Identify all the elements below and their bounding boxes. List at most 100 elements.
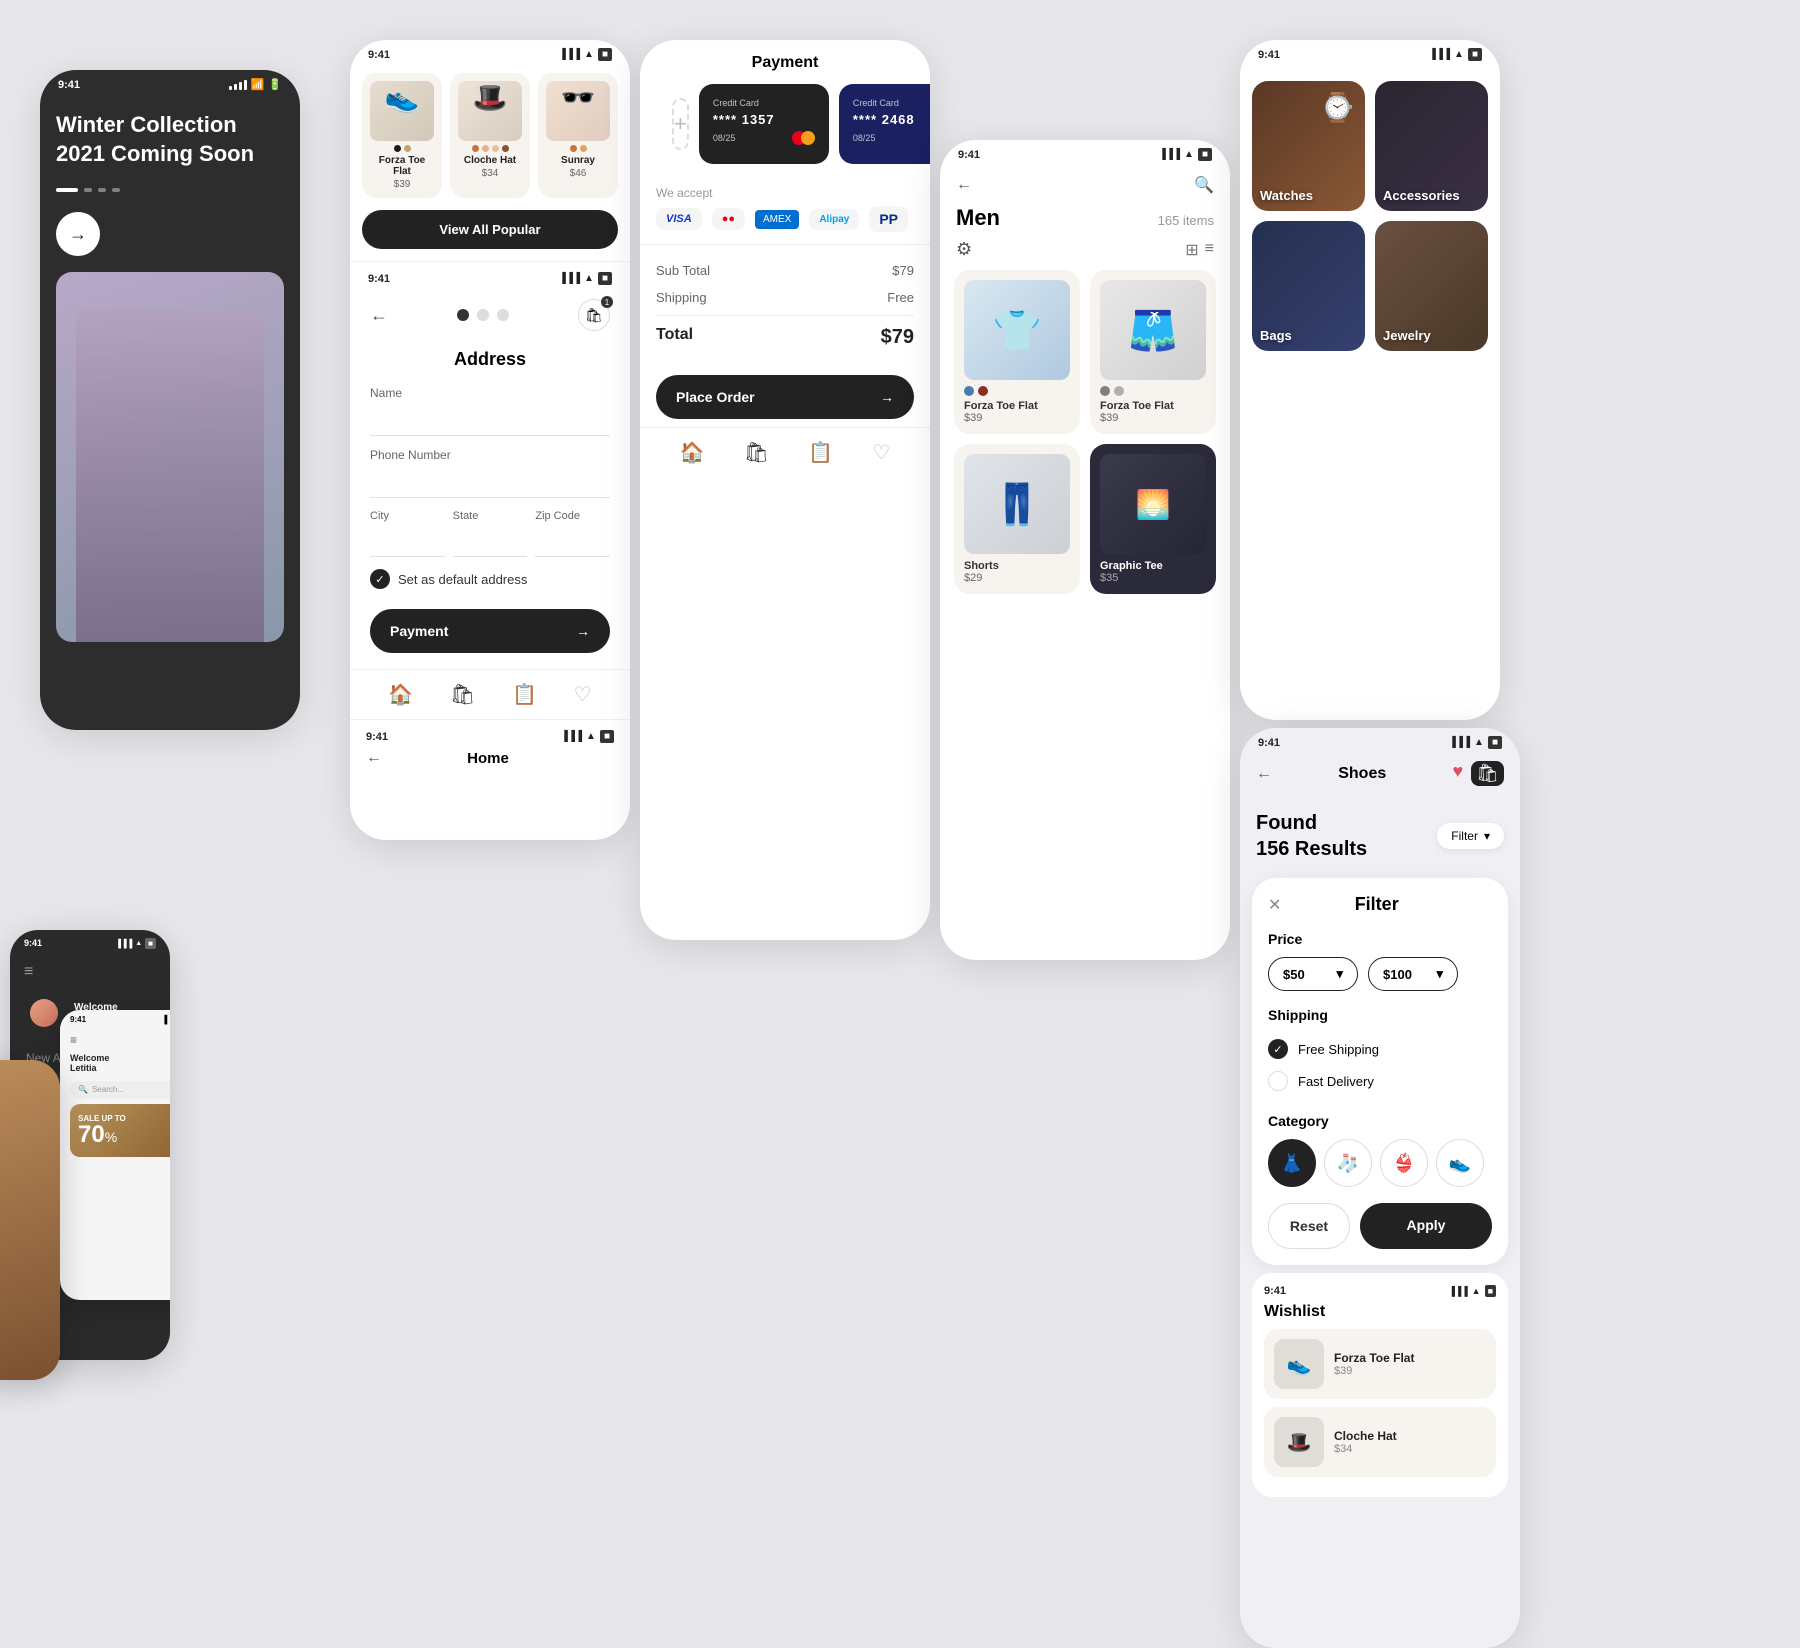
back-arrow-men[interactable]: ← bbox=[956, 176, 972, 194]
reset-button[interactable]: Reset bbox=[1268, 1203, 1350, 1249]
product-card-sunray[interactable]: 🕶️ Sunray $46 bbox=[538, 73, 618, 198]
product-tile-blue-tee[interactable]: 👕 Forza Toe Flat $39 bbox=[954, 270, 1080, 434]
product-img-4: 🌅 bbox=[1100, 454, 1206, 554]
filter-close-button[interactable]: ✕ bbox=[1268, 895, 1281, 915]
zip-input[interactable] bbox=[535, 525, 610, 557]
heart-nav-icon[interactable]: ♡ bbox=[574, 682, 592, 707]
list-view-icon[interactable]: ≡ bbox=[1205, 240, 1214, 260]
name-label: Name bbox=[370, 386, 610, 400]
list-nav-icon[interactable]: 📋 bbox=[512, 682, 537, 707]
search-icon-men[interactable]: 🔍 bbox=[1194, 175, 1214, 195]
status-bar-winter: 9:41 📶 🔋 bbox=[40, 70, 300, 95]
winter-dots bbox=[56, 188, 284, 192]
card-expiry-2: 08/25 bbox=[853, 133, 876, 143]
state-input[interactable] bbox=[453, 525, 528, 557]
credit-card-1[interactable]: Credit Card **** 1357 08/25 bbox=[699, 84, 829, 164]
wishlist-img-2: 🎩 bbox=[1274, 1417, 1324, 1467]
fast-delivery-option[interactable]: Fast Delivery bbox=[1268, 1065, 1492, 1097]
list-nav-payment[interactable]: 📋 bbox=[808, 440, 833, 465]
heart-nav-payment[interactable]: ♡ bbox=[872, 440, 890, 465]
payment-methods-row: VISA ●● AMEX Alipay PP bbox=[640, 206, 930, 244]
wishlist-img-1: 👟 bbox=[1274, 1339, 1324, 1389]
step-3 bbox=[497, 309, 509, 321]
acc-bg-bags: Bags bbox=[1252, 221, 1365, 351]
category-socks-icon[interactable]: 🧦 bbox=[1324, 1139, 1372, 1187]
sale-label: SALE UP TO bbox=[0, 1080, 44, 1094]
hamburger-icon[interactable]: ≡ bbox=[18, 959, 162, 985]
city-state-zip-row: City State Zip Code bbox=[350, 510, 630, 557]
add-card-button[interactable]: + bbox=[672, 98, 689, 150]
acc-label-watches: Watches bbox=[1260, 188, 1313, 203]
product-card-forza[interactable]: 👟 Forza Toe Flat $39 bbox=[362, 73, 442, 198]
price-max-select[interactable]: $100 ▾ bbox=[1368, 957, 1458, 991]
men-title: Men bbox=[956, 205, 1000, 231]
free-shipping-option[interactable]: ✓ Free Shipping bbox=[1268, 1033, 1492, 1065]
back-arrow-filter[interactable]: ← bbox=[1256, 765, 1272, 783]
signal-popular: ▐▐▐ bbox=[559, 49, 580, 60]
back-arrow-address[interactable]: ← bbox=[370, 305, 388, 326]
watch-icon: ⌚ bbox=[1320, 91, 1355, 124]
price-min-select[interactable]: $50 ▾ bbox=[1268, 957, 1358, 991]
product-img-3: 👖 bbox=[964, 454, 1070, 554]
category-section-title: Category bbox=[1268, 1113, 1492, 1129]
category-dress-icon[interactable]: 👗 bbox=[1268, 1139, 1316, 1187]
product-img-cloche: 🎩 bbox=[458, 81, 522, 141]
grid-view-icon[interactable]: ⊞ bbox=[1185, 240, 1198, 260]
product-tile-4[interactable]: 🌅 Graphic Tee $35 bbox=[1090, 444, 1216, 594]
filter-top-button[interactable]: Filter ▾ bbox=[1437, 823, 1504, 849]
shop-nav-icon[interactable]: 🛍 bbox=[450, 682, 475, 707]
product-img-blue-tee: 👕 bbox=[964, 280, 1070, 380]
cart-icon-filter[interactable]: 🛍 bbox=[1471, 761, 1504, 786]
product-tile-3[interactable]: 👖 Shorts $29 bbox=[954, 444, 1080, 594]
back-arrow-home[interactable]: ← bbox=[366, 749, 382, 767]
home-nav-icon[interactable]: 🏠 bbox=[388, 682, 413, 707]
apply-button[interactable]: Apply bbox=[1360, 1203, 1492, 1249]
phone-input[interactable] bbox=[370, 466, 610, 498]
category-tank-icon[interactable]: 👙 bbox=[1380, 1139, 1428, 1187]
battery-address: ■ bbox=[598, 272, 612, 285]
wifi-men: ▲ bbox=[1184, 149, 1194, 160]
visa-icon: VISA bbox=[656, 208, 702, 230]
shipping-value: Free bbox=[887, 290, 914, 305]
mini-search[interactable]: 🔍 Search... bbox=[70, 1081, 170, 1098]
view-all-button[interactable]: View All Popular bbox=[362, 210, 618, 249]
product-name-cloche: Cloche Hat bbox=[458, 155, 522, 166]
status-bar-acc: 9:41 ▐▐▐ ▲ ■ bbox=[1240, 40, 1500, 65]
chevron-down-price-min: ▾ bbox=[1336, 966, 1343, 982]
wishlist-item-1[interactable]: 👟 Forza Toe Flat $39 bbox=[1264, 1329, 1496, 1399]
phone-payment: Payment + Credit Card **** 1357 08/25 Cr… bbox=[640, 40, 930, 940]
acc-card-jewelry[interactable]: Jewelry bbox=[1375, 221, 1488, 351]
state-label: State bbox=[453, 510, 528, 522]
color-red bbox=[978, 386, 988, 396]
popular-products-grid: 👟 Forza Toe Flat $39 🎩 bbox=[350, 73, 630, 198]
wishlist-item-2[interactable]: 🎩 Cloche Hat $34 bbox=[1264, 1407, 1496, 1477]
tile-price-3: $29 bbox=[964, 572, 1070, 584]
card-number-2: **** 2468 bbox=[853, 112, 930, 127]
status-bar-filter: 9:41 ▐▐▐ ▲ ■ bbox=[1240, 728, 1520, 753]
acc-card-accessories[interactable]: Accessories bbox=[1375, 81, 1488, 211]
fast-delivery-label: Fast Delivery bbox=[1298, 1074, 1374, 1089]
dot-1 bbox=[84, 188, 92, 192]
credit-card-2[interactable]: Credit Card **** 2468 08/25 bbox=[839, 84, 930, 164]
acc-card-bags[interactable]: Bags bbox=[1252, 221, 1365, 351]
battery-home: ■ bbox=[600, 730, 614, 743]
shop-nav-payment[interactable]: 🛍 bbox=[744, 440, 769, 465]
payment-button[interactable]: Payment → bbox=[370, 609, 610, 653]
product-card-cloche[interactable]: 🎩 Cloche Hat $34 bbox=[450, 73, 530, 198]
product-price-sunray: $46 bbox=[546, 168, 610, 179]
product-tile-gray-shorts[interactable]: 🩳 Forza Toe Flat $39 bbox=[1090, 270, 1216, 434]
default-address-toggle[interactable]: ✓ Set as default address bbox=[350, 569, 630, 589]
acc-card-watches[interactable]: Watches ⌚ bbox=[1252, 81, 1365, 211]
next-button[interactable]: → bbox=[56, 212, 100, 256]
place-order-button[interactable]: Place Order → bbox=[656, 375, 914, 419]
filter-sliders-icon[interactable]: ⚙ bbox=[956, 239, 972, 260]
cart-button-address[interactable]: 🛍 1 bbox=[578, 299, 610, 331]
category-shoes-icon[interactable]: 👟 bbox=[1436, 1139, 1484, 1187]
home-nav-payment[interactable]: 🏠 bbox=[680, 440, 705, 465]
heart-icon-filter[interactable]: ♥ bbox=[1452, 761, 1463, 786]
paypal-icon: PP bbox=[869, 206, 908, 232]
signal-address: ▐▐▐ bbox=[559, 273, 580, 284]
city-input[interactable] bbox=[370, 525, 445, 557]
name-input[interactable] bbox=[370, 404, 610, 436]
phone-filter: 9:41 ▐▐▐ ▲ ■ ← Shoes ♥ 🛍 bbox=[1240, 728, 1520, 1648]
